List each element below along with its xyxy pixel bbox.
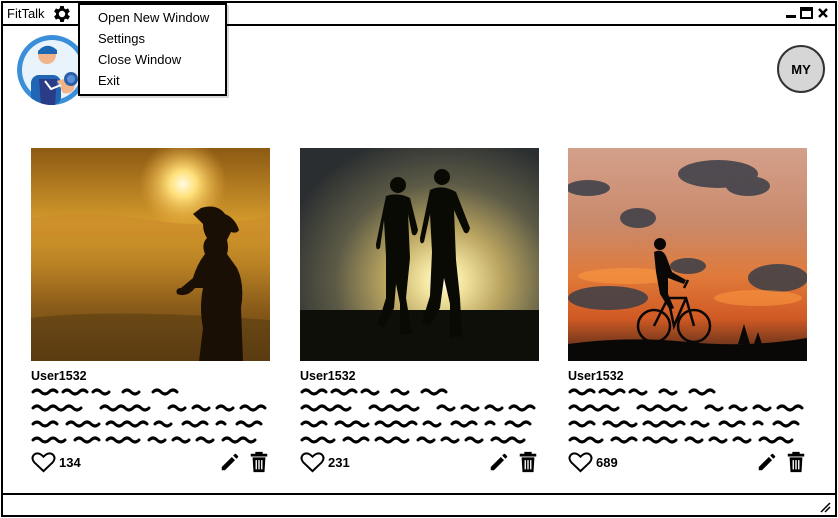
maximize-icon[interactable] <box>800 6 813 20</box>
status-bar <box>3 493 835 515</box>
menu-item-open-new-window[interactable]: Open New Window <box>98 10 209 25</box>
post-username: User1532 <box>31 369 87 383</box>
menu-item-close-window[interactable]: Close Window <box>98 52 181 67</box>
post-image-men-running[interactable] <box>300 148 539 361</box>
heart-icon[interactable] <box>300 451 325 474</box>
gear-icon[interactable] <box>51 3 73 25</box>
minimize-icon[interactable] <box>784 6 797 20</box>
trash-icon[interactable] <box>518 451 538 473</box>
menu-item-exit[interactable]: Exit <box>98 73 120 88</box>
menu-item-settings[interactable]: Settings <box>98 31 145 46</box>
fittalk-logo <box>17 35 87 105</box>
resize-icon[interactable] <box>819 500 831 513</box>
like-count: 689 <box>596 455 618 470</box>
trash-icon[interactable] <box>249 451 269 473</box>
post-card: User1532 231 <box>300 148 540 478</box>
heart-icon[interactable] <box>568 451 593 474</box>
heart-icon[interactable] <box>31 451 56 474</box>
profile-avatar[interactable]: MY <box>777 45 825 93</box>
app-title: FitTalk <box>7 6 45 21</box>
like-count: 231 <box>328 455 350 470</box>
post-username: User1532 <box>300 369 356 383</box>
post-text-scribble <box>300 388 536 444</box>
app-window: FitTalk MY User1532 134 User1532 231 Use… <box>1 1 837 517</box>
settings-dropdown-menu: Open New Window Settings Close Window Ex… <box>78 3 227 96</box>
like-count: 134 <box>59 455 81 470</box>
window-controls <box>784 6 829 20</box>
pencil-icon[interactable] <box>756 451 778 473</box>
post-text-scribble <box>568 388 804 444</box>
post-username: User1532 <box>568 369 624 383</box>
trash-icon[interactable] <box>786 451 806 473</box>
post-image-cyclist[interactable] <box>568 148 807 361</box>
post-card: User1532 134 <box>31 148 271 478</box>
close-icon[interactable] <box>816 6 829 20</box>
post-card: User1532 689 <box>568 148 808 478</box>
post-text-scribble <box>31 388 267 444</box>
pencil-icon[interactable] <box>488 451 510 473</box>
pencil-icon[interactable] <box>219 451 241 473</box>
post-image-woman-running[interactable] <box>31 148 270 361</box>
